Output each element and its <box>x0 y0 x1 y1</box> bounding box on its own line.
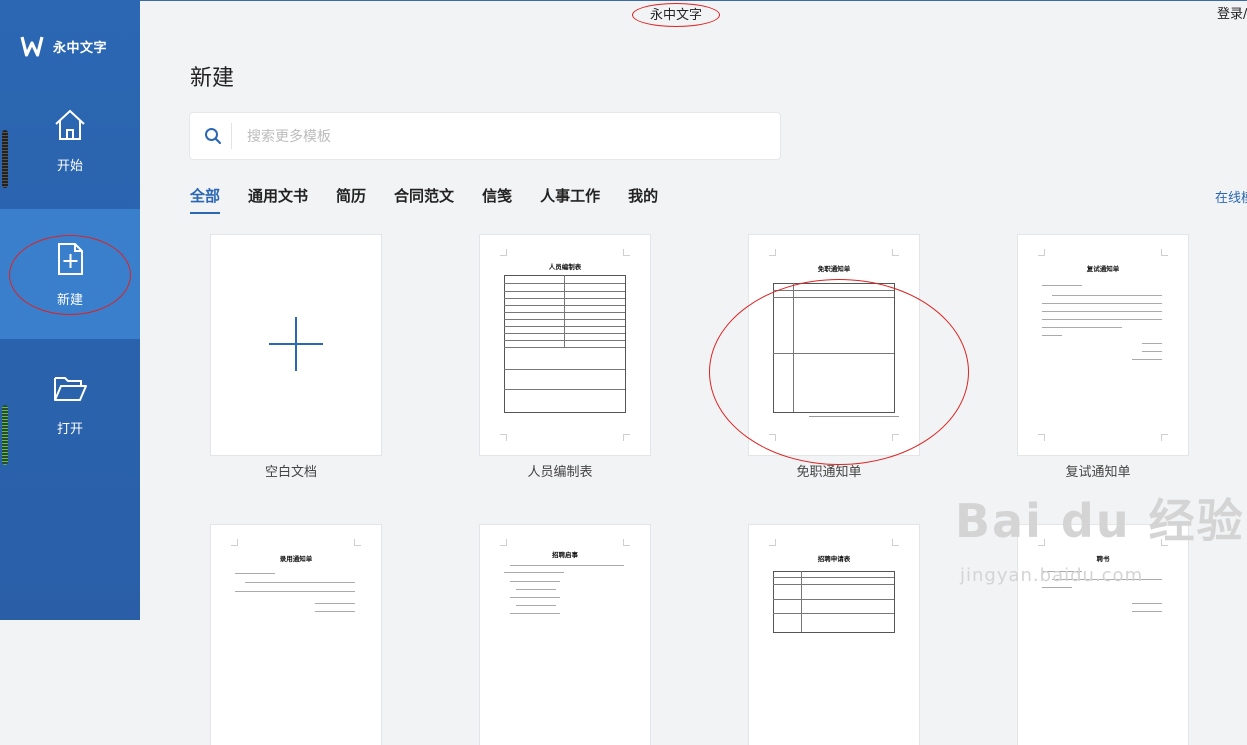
doc-preview-title: 录用通知单 <box>279 555 313 563</box>
template-search-box[interactable] <box>190 113 780 159</box>
doc-preview-table <box>773 571 895 633</box>
annotation-ellipse-new <box>9 235 131 315</box>
watermark-logo: Bai du 经验 <box>955 494 1245 548</box>
template-card-reexam-notice[interactable]: 复试通知单 <box>1018 235 1188 455</box>
brand-logo-icon <box>20 36 44 57</box>
folder-open-icon <box>54 376 87 401</box>
template-card-offer-notice[interactable]: 录用通知单 <box>211 525 381 745</box>
annotation-ellipse-title <box>632 3 720 27</box>
search-icon[interactable] <box>204 127 222 145</box>
doc-preview-title: 聘书 <box>1096 555 1110 563</box>
tab-hr[interactable]: 人事工作 <box>540 185 600 214</box>
app-logo: 永中文字 <box>20 34 107 58</box>
sidebar-item-open[interactable]: 打开 <box>0 338 140 468</box>
search-divider <box>231 123 232 149</box>
online-templates-link[interactable]: 在线模 <box>1215 187 1247 206</box>
doc-preview-table <box>504 275 626 413</box>
template-label: 空白文档 <box>264 465 317 480</box>
template-card-appointment-letter[interactable]: 聘书 <box>1018 525 1188 745</box>
page-title: 新建 <box>190 66 235 91</box>
brand-name: 永中文字 <box>53 40 108 56</box>
sidebar-item-home[interactable]: 开始 <box>0 75 140 205</box>
tab-mine[interactable]: 我的 <box>628 185 658 214</box>
tab-letterhead[interactable]: 信笺 <box>482 185 512 214</box>
watermark-url: jingyan.baidu.com <box>960 565 1144 586</box>
annotation-ellipse-template <box>709 279 969 465</box>
tab-resume[interactable]: 简历 <box>336 185 366 214</box>
doc-preview-title: 人员编制表 <box>548 263 582 271</box>
template-card-blank[interactable] <box>211 235 381 455</box>
template-card-staffing-table[interactable]: 人员编制表 <box>480 235 650 455</box>
plus-icon <box>269 317 323 371</box>
sidebar-level-indicator <box>2 405 8 465</box>
doc-preview-title: 招聘启事 <box>552 551 578 559</box>
template-card-job-ad[interactable]: 招聘启事 <box>480 525 650 745</box>
tab-general-docs[interactable]: 通用文书 <box>248 185 308 214</box>
login-link[interactable]: 登录/ <box>1217 3 1247 22</box>
search-input[interactable] <box>245 124 749 150</box>
tab-all[interactable]: 全部 <box>190 185 221 214</box>
sidebar-item-label: 打开 <box>56 421 83 437</box>
template-card-hiring-request[interactable]: 招聘申请表 <box>749 525 919 745</box>
doc-preview-title: 复试通知单 <box>1086 265 1120 273</box>
template-label: 复试通知单 <box>1065 465 1131 480</box>
category-tabs: 全部 通用文书 简历 合同范文 信笺 人事工作 我的 <box>190 185 686 214</box>
sidebar-item-label: 开始 <box>56 158 83 174</box>
template-label: 人员编制表 <box>527 465 593 480</box>
doc-preview-title: 招聘申请表 <box>817 555 851 563</box>
doc-preview-title: 免职通知单 <box>817 265 851 273</box>
home-icon <box>55 109 85 140</box>
tab-contracts[interactable]: 合同范文 <box>394 185 454 214</box>
top-border <box>140 0 1247 1</box>
sidebar-scroll-handle[interactable] <box>2 130 8 188</box>
